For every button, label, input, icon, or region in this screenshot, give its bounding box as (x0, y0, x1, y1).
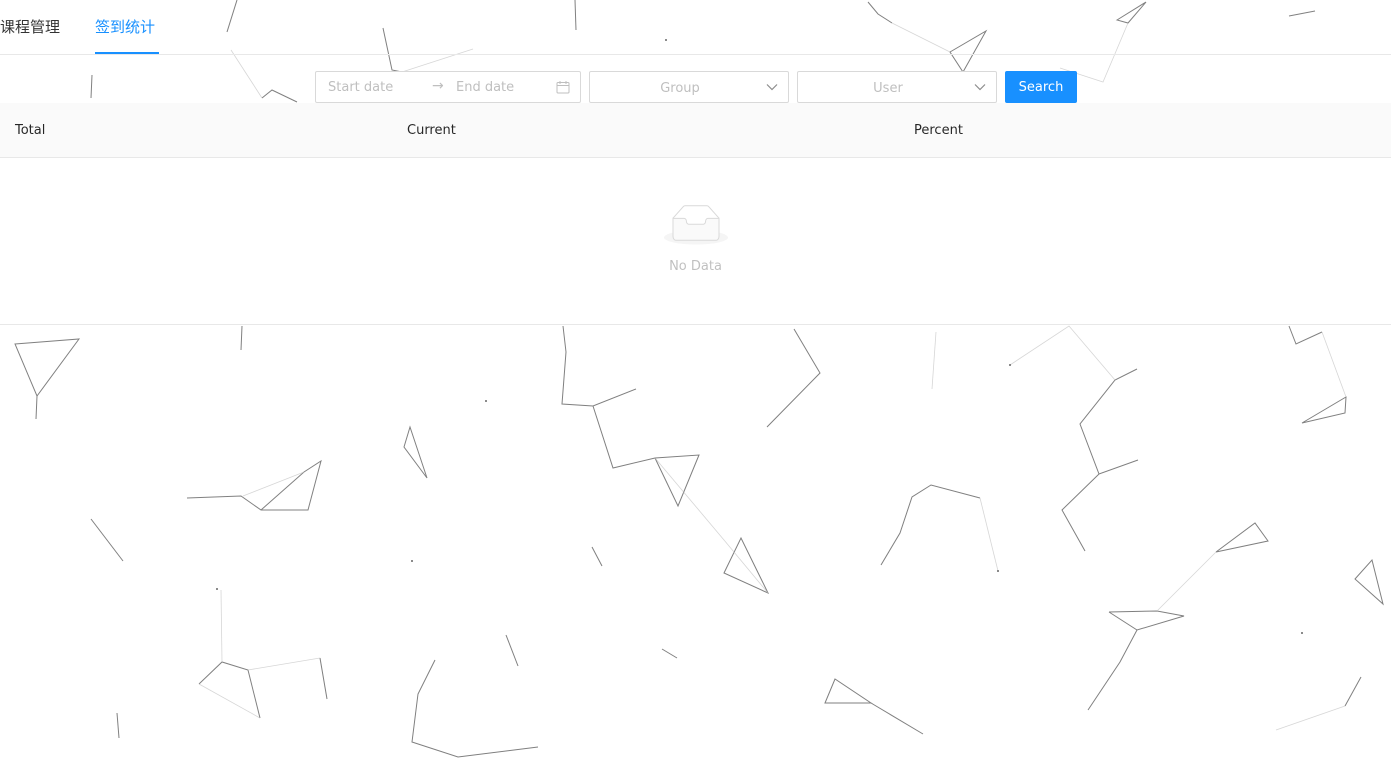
empty-text: No Data (669, 259, 722, 274)
user-select[interactable]: User (797, 71, 997, 103)
tab-course-management[interactable]: 课程管理 (0, 16, 60, 38)
empty-inbox-icon (664, 205, 728, 245)
column-header-current[interactable]: Current (407, 123, 456, 139)
end-date-input[interactable]: End date (456, 79, 514, 96)
start-date-input[interactable]: Start date (328, 79, 393, 96)
tab-signin-statistics[interactable]: 签到统计 (95, 16, 155, 38)
chevron-down-icon (974, 84, 986, 91)
date-range-picker[interactable]: Start date → End date (315, 71, 581, 103)
active-tab-indicator (95, 52, 159, 54)
tabs-bar: 课程管理 签到统计 (0, 0, 1391, 55)
calendar-icon[interactable] (556, 80, 570, 94)
table-empty-state: No Data (0, 158, 1391, 325)
search-button[interactable]: Search (1005, 71, 1077, 103)
group-select-placeholder: Group (660, 81, 700, 96)
table-header: Total Current Percent (0, 103, 1391, 158)
column-header-total[interactable]: Total (15, 123, 45, 139)
column-header-percent[interactable]: Percent (914, 123, 963, 139)
group-select[interactable]: Group (589, 71, 789, 103)
statistics-table: Total Current Percent No Data (0, 103, 1391, 325)
user-select-placeholder: User (873, 81, 903, 96)
range-separator: → (432, 78, 444, 94)
chevron-down-icon (766, 84, 778, 91)
